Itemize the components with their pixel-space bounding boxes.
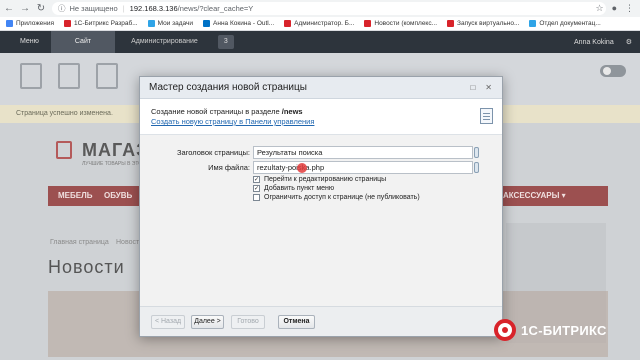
bookmark-label: Приложения bbox=[16, 20, 55, 27]
page-title: Новости bbox=[48, 257, 125, 277]
bookmark-label: Отдел документац... bbox=[539, 20, 601, 27]
user-name: Anna Kokina bbox=[574, 38, 614, 46]
url-path: /news/?clear_cache=Y bbox=[177, 4, 254, 13]
docs-icon bbox=[529, 20, 537, 27]
more-icon[interactable]: ⋮ bbox=[625, 0, 634, 17]
browser-address-bar: ← → ↻ ⓘ Не защищено | 192.168.3.136 /new… bbox=[0, 0, 640, 17]
bitrix-icon bbox=[447, 20, 455, 27]
option-label: Перейти к редактированию страницы bbox=[264, 176, 387, 183]
bookmark-item[interactable]: Отдел документац... bbox=[529, 20, 601, 27]
site-logo-subtitle: ЛУЧШИЕ ТОВАРЫ В ЭТОМ bbox=[82, 161, 147, 167]
done-button[interactable]: Готово bbox=[231, 315, 265, 329]
settings-icon[interactable]: ⚙ bbox=[626, 38, 632, 46]
back-arrow-icon[interactable]: ← bbox=[4, 0, 14, 17]
option-label: Добавить пункт меню bbox=[264, 185, 335, 192]
security-label: Не защищено bbox=[69, 4, 118, 13]
close-icon[interactable]: ✕ bbox=[485, 83, 492, 92]
tab-admin[interactable]: Администрирование bbox=[115, 31, 214, 53]
nav-item[interactable]: АКСЕССУАРЫ ▾ bbox=[503, 186, 566, 206]
edit-mode-toggle[interactable] bbox=[600, 65, 626, 77]
option-label: Ограничить доступ к странице (не публико… bbox=[264, 194, 420, 201]
nav-item[interactable]: МЕБЕЛЬ bbox=[58, 186, 92, 206]
dialog-footer: < Назад Далее > Готово Отмена bbox=[140, 306, 502, 336]
bookmark-item[interactable]: Анна Кокина - Outl... bbox=[203, 20, 274, 27]
filename-input[interactable]: rezultaty-poiska.php bbox=[253, 161, 473, 174]
dialog-title: Мастер создания новой страницы bbox=[149, 82, 307, 93]
document-icon bbox=[480, 108, 493, 124]
url-separator: | bbox=[122, 4, 125, 13]
dialog-header: Создание новой страницы в разделе /news … bbox=[140, 99, 502, 135]
menu-button[interactable]: Меню bbox=[0, 31, 51, 53]
option-add-menu-item[interactable]: ✓ Добавить пункт меню bbox=[253, 185, 334, 192]
outlook-icon bbox=[203, 20, 211, 27]
bookmark-item[interactable]: 1С-Битрикс Разраб... bbox=[64, 20, 138, 27]
checkbox-restrict-access[interactable] bbox=[253, 194, 260, 201]
cancel-button[interactable]: Отмена bbox=[278, 315, 315, 329]
create-section-icon[interactable] bbox=[58, 63, 80, 89]
tab-site[interactable]: Сайт bbox=[50, 31, 116, 53]
apps-icon bbox=[6, 20, 13, 27]
new-page-wizard-dialog: Мастер создания новой страницы □ ✕ Созда… bbox=[139, 76, 503, 337]
edit-page-icon[interactable] bbox=[96, 63, 118, 89]
bookmark-item[interactable]: Мои задачи bbox=[147, 20, 194, 27]
brand-watermark: 1С-БИТРИКС bbox=[494, 319, 607, 341]
browser-actions: ☆ ● ⋮ bbox=[595, 0, 634, 17]
bookmarks-bar: Приложения 1С-Битрикс Разраб... Мои зада… bbox=[0, 17, 640, 31]
bookmark-label: Администратор. Б... bbox=[294, 20, 355, 27]
checkbox-add-menu-item[interactable]: ✓ bbox=[253, 185, 260, 192]
reload-icon[interactable]: ↻ bbox=[36, 0, 46, 17]
title-options-icon[interactable] bbox=[474, 147, 479, 158]
checkbox-edit-page[interactable]: ✓ bbox=[253, 176, 260, 183]
bookmark-label: Анна Кокина - Outl... bbox=[213, 20, 275, 27]
forward-arrow-icon[interactable]: → bbox=[20, 0, 30, 17]
url-field[interactable]: ⓘ Не защищено | 192.168.3.136 /news/?cle… bbox=[52, 2, 606, 15]
bookmark-item[interactable]: Запуск виртуально... bbox=[447, 20, 519, 27]
dialog-titlebar[interactable]: Мастер создания новой страницы □ ✕ bbox=[140, 77, 502, 99]
brand-text: 1С-БИТРИКС bbox=[521, 322, 607, 338]
user-menu[interactable]: Anna Kokina ⚙ bbox=[574, 38, 640, 47]
shopping-bag-icon bbox=[56, 141, 72, 159]
breadcrumb-home[interactable]: Главная страница bbox=[50, 239, 109, 246]
tasks-icon bbox=[147, 20, 155, 27]
bookmark-item[interactable]: Администратор. Б... bbox=[284, 20, 354, 27]
url-host: 192.168.3.136 bbox=[129, 4, 178, 13]
back-button[interactable]: < Назад bbox=[151, 315, 185, 329]
bookmark-label: Новости (комплекс... bbox=[374, 20, 438, 27]
dialog-subtitle: Создание новой страницы в разделе /news bbox=[151, 107, 502, 116]
bookmark-label: Запуск виртуально... bbox=[457, 20, 520, 27]
bitrix-icon bbox=[64, 20, 72, 27]
filename-options-icon[interactable] bbox=[474, 162, 479, 173]
breadcrumb: Главная страница Новости bbox=[50, 239, 143, 246]
bitrix-icon bbox=[284, 20, 292, 27]
bitrix-logo-icon bbox=[494, 319, 516, 341]
notifications-badge[interactable]: 3 bbox=[217, 35, 234, 49]
page-title-input[interactable]: Результаты поиска bbox=[253, 146, 473, 159]
profile-icon[interactable]: ● bbox=[612, 0, 617, 17]
filename-label: Имя файла: bbox=[208, 163, 250, 172]
star-icon[interactable]: ☆ bbox=[595, 0, 603, 17]
option-restrict-access[interactable]: Ограничить доступ к странице (не публико… bbox=[253, 194, 420, 201]
bookmark-label: 1С-Битрикс Разраб... bbox=[74, 20, 138, 27]
create-page-icon[interactable] bbox=[20, 63, 42, 89]
maximize-icon[interactable]: □ bbox=[470, 83, 475, 92]
bookmark-item[interactable]: Приложения bbox=[6, 20, 54, 27]
mouse-cursor-highlight bbox=[297, 163, 307, 173]
control-panel-link[interactable]: Создать новую страницу в Панели управлен… bbox=[151, 117, 502, 126]
admin-panel: Меню Сайт Администрирование 3 Anna Kokin… bbox=[0, 31, 640, 53]
bookmark-item[interactable]: Новости (комплекс... bbox=[364, 20, 437, 27]
section-path: /news bbox=[281, 107, 303, 116]
dialog-controls: □ ✕ bbox=[470, 83, 502, 92]
bookmark-label: Мои задачи bbox=[157, 20, 194, 27]
next-button[interactable]: Далее > bbox=[191, 315, 224, 329]
subtitle-prefix: Создание новой страницы в разделе bbox=[151, 107, 280, 116]
info-icon: ⓘ bbox=[58, 4, 66, 13]
nav-item[interactable]: ОБУВЬ bbox=[104, 186, 132, 206]
page-title-label: Заголовок страницы: bbox=[177, 148, 250, 157]
option-edit-page[interactable]: ✓ Перейти к редактированию страницы bbox=[253, 176, 386, 183]
bitrix-icon bbox=[364, 20, 372, 27]
